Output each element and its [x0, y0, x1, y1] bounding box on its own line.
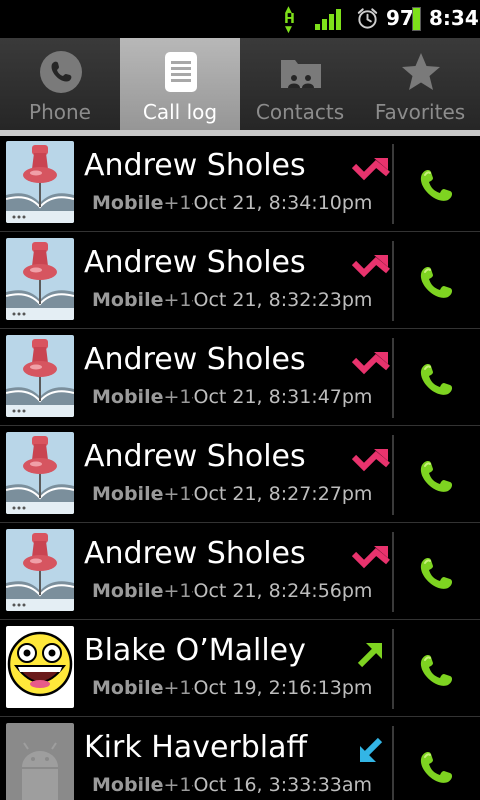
call-log-row[interactable]: Andrew Sholes Mobile+1-6Oct 21, 8:27:27p… [0, 427, 480, 523]
missed-call-icon [352, 158, 390, 181]
call-details: Mobile+1-6Oct 21, 8:31:47pm [92, 386, 372, 408]
contact-name: Andrew Sholes [84, 439, 306, 474]
call-details: Mobile+1-6Oct 16, 3:33:33am [92, 774, 372, 796]
number-type: Mobile [92, 483, 164, 505]
data-activity-icon: ▲ H ▼ [284, 5, 295, 35]
phone-number: +1-6 [163, 192, 193, 214]
call-datetime: Oct 21, 8:32:23pm [193, 289, 373, 311]
incoming-call-icon [360, 737, 383, 762]
phone-number: +1-6 [163, 580, 193, 602]
call-button[interactable] [412, 356, 460, 404]
call-details: Mobile+1-6Oct 21, 8:27:27pm [92, 483, 372, 505]
row-divider [392, 726, 394, 800]
call-details: Mobile+1-6Oct 21, 8:34:10pm [92, 192, 372, 214]
number-type: Mobile [92, 289, 164, 311]
battery-percent: 97 [386, 6, 414, 30]
status-clock: 8:34 [429, 6, 479, 30]
row-divider [392, 629, 394, 709]
missed-call-icon [352, 546, 390, 569]
phone-number: +1-6 [163, 774, 193, 796]
number-type: Mobile [92, 386, 164, 408]
tab-phone[interactable]: Phone [0, 38, 120, 130]
contact-photo[interactable] [6, 529, 74, 611]
phone-number: +1-6 [163, 289, 193, 311]
number-type: Mobile [92, 677, 164, 699]
call-button[interactable] [412, 744, 460, 792]
contact-name: Andrew Sholes [84, 536, 306, 571]
missed-call-icon [352, 352, 390, 375]
status-bar: ▲ H ▼ 97 8:34 [0, 0, 480, 38]
call-log-row[interactable]: Blake O’Malley Mobile+1-3Oct 19, 2:16:13… [0, 621, 480, 717]
contact-photo[interactable] [6, 238, 74, 320]
alarm-icon [357, 8, 378, 29]
row-divider [392, 435, 394, 515]
tab-label: Contacts [255, 100, 345, 124]
call-datetime: Oct 21, 8:31:47pm [193, 386, 373, 408]
contact-name: Andrew Sholes [84, 245, 306, 280]
call-datetime: Oct 16, 3:33:33am [193, 774, 373, 796]
row-divider [392, 144, 394, 224]
battery-icon [412, 7, 421, 31]
contact-name: Andrew Sholes [84, 148, 306, 183]
call-datetime: Oct 21, 8:27:27pm [193, 483, 373, 505]
number-type: Mobile [92, 192, 164, 214]
number-type: Mobile [92, 774, 164, 796]
phone-number: +1-3 [163, 677, 193, 699]
row-divider [392, 532, 394, 612]
missed-call-icon [352, 255, 390, 278]
contact-photo[interactable] [6, 626, 74, 708]
call-datetime: Oct 19, 2:16:13pm [193, 677, 373, 699]
call-log-row[interactable]: Andrew Sholes Mobile+1-6Oct 21, 8:31:47p… [0, 330, 480, 426]
signal-strength-icon [315, 9, 343, 30]
tab-favorites[interactable]: Favorites [360, 38, 480, 130]
contacts-icon [281, 60, 321, 88]
tab-label: Call log [142, 100, 218, 124]
contact-name: Blake O’Malley [84, 633, 306, 668]
call-details: Mobile+1-3Oct 19, 2:16:13pm [92, 677, 372, 699]
call-datetime: Oct 21, 8:34:10pm [193, 192, 373, 214]
call-log-row[interactable]: Andrew Sholes Mobile+1-6Oct 21, 8:34:10p… [0, 136, 480, 232]
call-button[interactable] [412, 162, 460, 210]
phone-number: +1-6 [163, 483, 193, 505]
contact-photo[interactable] [6, 141, 74, 223]
tab-bar: Phone Call log Contacts Favorites [0, 38, 480, 130]
outgoing-call-icon [357, 643, 382, 668]
row-divider [392, 338, 394, 418]
phone-number: +1-6 [163, 386, 193, 408]
tab-label: Phone [29, 100, 91, 124]
call-button[interactable] [412, 647, 460, 695]
tab-label: Favorites [374, 100, 466, 124]
contact-name: Andrew Sholes [84, 342, 306, 377]
phone-icon [40, 51, 82, 93]
call-details: Mobile+1-6Oct 21, 8:24:56pm [92, 580, 372, 602]
number-type: Mobile [92, 580, 164, 602]
call-button[interactable] [412, 550, 460, 598]
tab-contacts[interactable]: Contacts [240, 38, 360, 130]
call-details: Mobile+1-6Oct 21, 8:32:23pm [92, 289, 372, 311]
contact-photo[interactable] [6, 432, 74, 514]
call-log-icon [165, 52, 197, 92]
tab-call-log[interactable]: Call log [120, 38, 240, 130]
call-button[interactable] [412, 453, 460, 501]
missed-call-icon [352, 449, 390, 472]
contact-photo[interactable] [6, 723, 74, 800]
contact-name: Kirk Haverblaff [84, 730, 308, 765]
call-log-row[interactable]: Kirk Haverblaff Mobile+1-6Oct 16, 3:33:3… [0, 718, 480, 800]
call-log-row[interactable]: Andrew Sholes Mobile+1-6Oct 21, 8:24:56p… [0, 524, 480, 620]
call-log-row[interactable]: Andrew Sholes Mobile+1-6Oct 21, 8:32:23p… [0, 233, 480, 329]
contact-photo[interactable] [6, 335, 74, 417]
call-log-list[interactable]: Andrew Sholes Mobile+1-6Oct 21, 8:34:10p… [0, 136, 480, 800]
row-divider [392, 241, 394, 321]
call-datetime: Oct 21, 8:24:56pm [193, 580, 373, 602]
star-icon [402, 53, 440, 90]
call-button[interactable] [412, 259, 460, 307]
